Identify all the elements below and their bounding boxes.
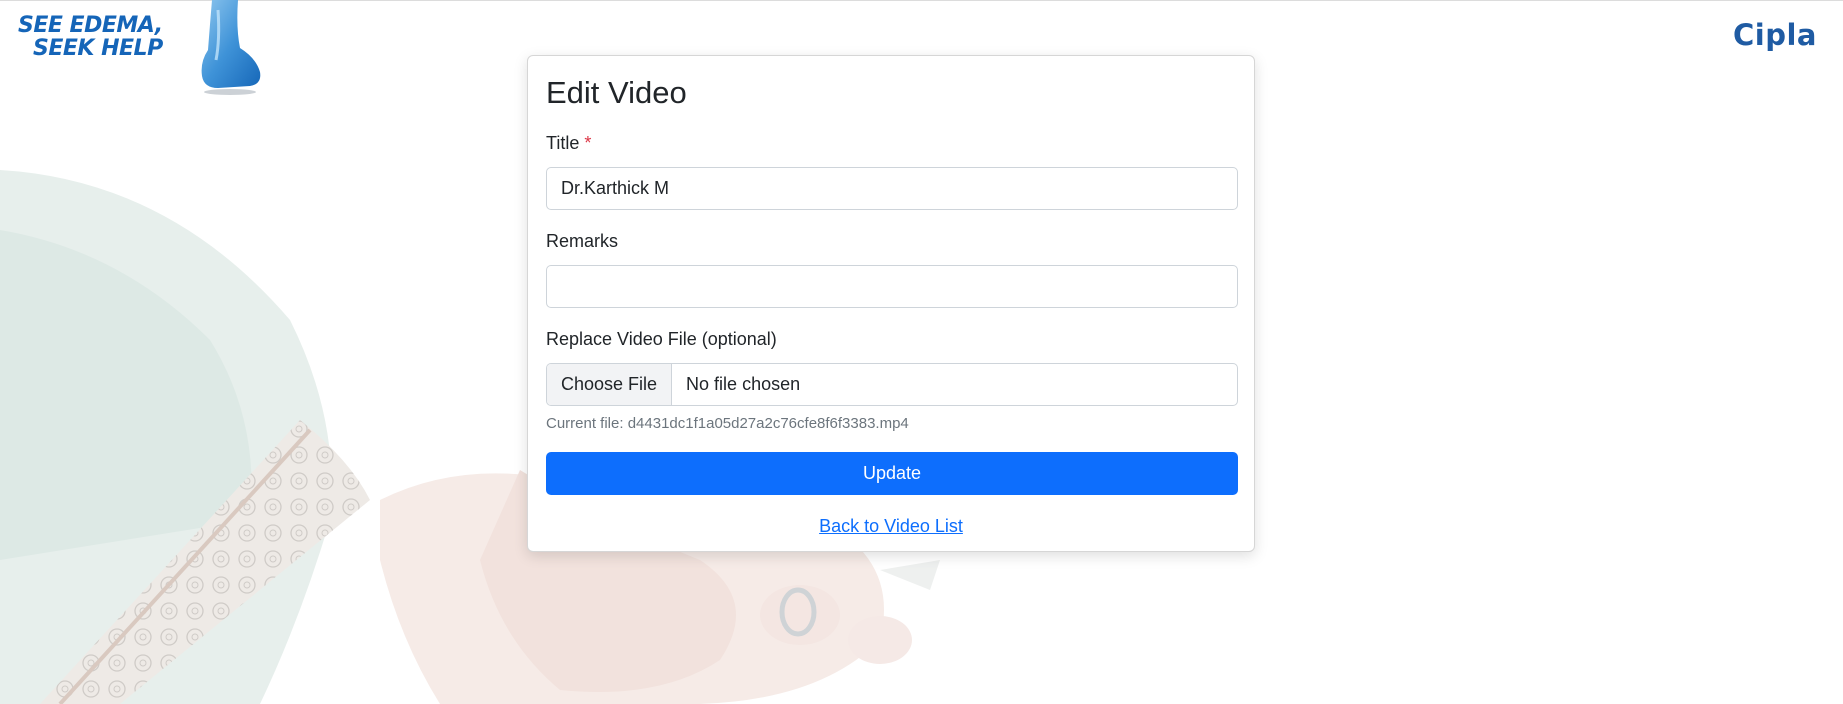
remarks-label: Remarks bbox=[546, 231, 619, 251]
required-asterisk: * bbox=[584, 133, 592, 153]
campaign-logo: SEE EDEMA, SEEK HELP bbox=[18, 0, 261, 96]
title-input[interactable] bbox=[546, 167, 1238, 210]
remarks-input[interactable] bbox=[546, 265, 1238, 308]
file-status-text: No file chosen bbox=[686, 374, 801, 394]
back-to-video-list-link[interactable]: Back to Video List bbox=[819, 516, 963, 536]
campaign-tagline-line2: SEEK HELP bbox=[33, 36, 163, 61]
back-link-container: Back to Video List bbox=[546, 516, 1236, 537]
title-field-group: Title * bbox=[546, 132, 1238, 210]
choose-file-button[interactable]: Choose File bbox=[547, 364, 673, 405]
update-button[interactable]: Update bbox=[546, 452, 1238, 495]
video-file-label: Replace Video File (optional) bbox=[546, 329, 777, 349]
foot-icon bbox=[201, 0, 261, 95]
video-file-input[interactable]: Choose File No file chosen bbox=[546, 363, 1238, 406]
remarks-field-group: Remarks bbox=[546, 230, 1238, 308]
edit-video-card: Edit Video Title * Remarks Replace Video… bbox=[527, 55, 1255, 552]
title-label-text: Title bbox=[546, 133, 580, 153]
campaign-tagline: SEE EDEMA, SEEK HELP bbox=[18, 14, 163, 60]
video-file-field-group: Replace Video File (optional) Choose Fil… bbox=[546, 328, 1238, 433]
company-logo: Cipla bbox=[1733, 18, 1817, 52]
page-title: Edit Video bbox=[546, 75, 687, 110]
title-label: Title * bbox=[546, 132, 1236, 154]
current-file-hint: Current file: d4431dc1f1a05d27a2c76cfe8f… bbox=[546, 415, 909, 432]
campaign-tagline-line1: SEE EDEMA, bbox=[18, 13, 163, 38]
